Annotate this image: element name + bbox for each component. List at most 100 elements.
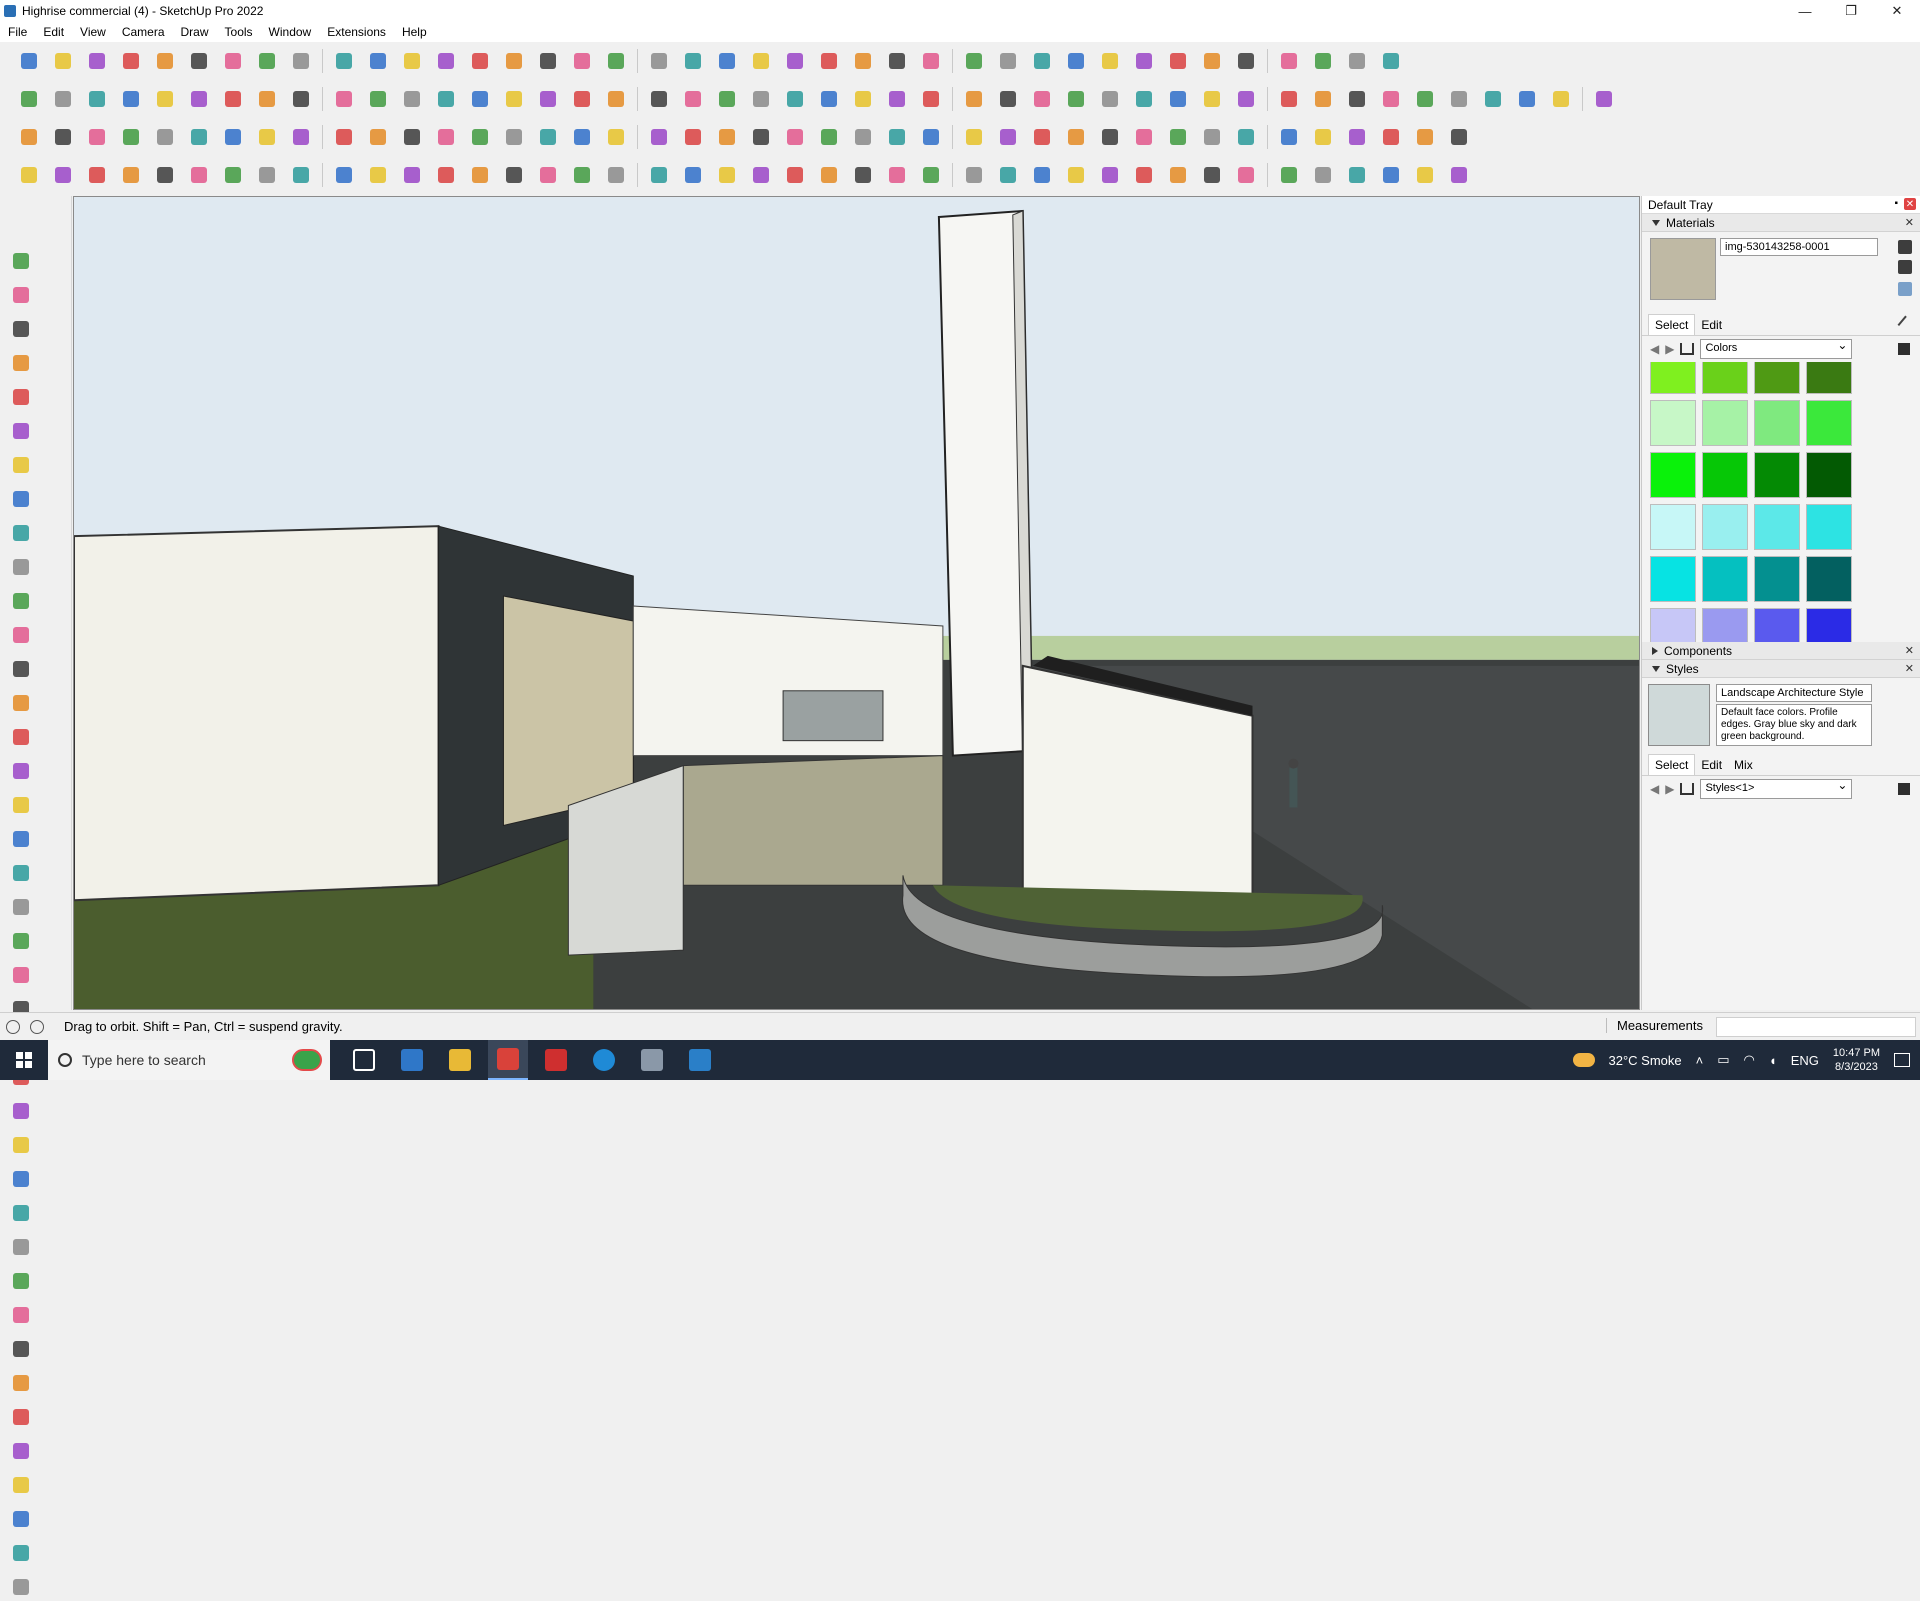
tool-icon[interactable]	[1063, 86, 1089, 112]
tool-icon[interactable]	[365, 48, 391, 74]
color-swatch[interactable]	[1650, 504, 1696, 550]
tool-icon[interactable]	[84, 86, 110, 112]
material-name-field[interactable]: img-530143258-0001	[1720, 238, 1878, 256]
clock[interactable]: 10:47 PM 8/3/2023	[1833, 1046, 1880, 1074]
tool-icon[interactable]	[535, 48, 561, 74]
tool-icon[interactable]	[433, 124, 459, 150]
color-swatch[interactable]	[1650, 400, 1696, 446]
tool-icon[interactable]	[331, 162, 357, 188]
style-thumbnail[interactable]	[1648, 684, 1710, 746]
close-button[interactable]: ✕	[1874, 0, 1920, 22]
tool-icon[interactable]	[680, 86, 706, 112]
tool-icon[interactable]	[1029, 124, 1055, 150]
tool-icon[interactable]	[918, 162, 944, 188]
pin-icon[interactable]: ▪	[1894, 198, 1898, 210]
tool-icon[interactable]	[7, 723, 35, 751]
tool-icon[interactable]	[1276, 86, 1302, 112]
tool-icon[interactable]	[7, 689, 35, 717]
tool-icon[interactable]	[1063, 48, 1089, 74]
tool-icon[interactable]	[7, 1539, 35, 1567]
color-swatch[interactable]	[1806, 400, 1852, 446]
tool-icon[interactable]	[331, 86, 357, 112]
menu-draw[interactable]: Draw	[173, 25, 217, 39]
tool-icon[interactable]	[84, 124, 110, 150]
notifications-icon[interactable]	[1894, 1053, 1910, 1067]
tool-icon[interactable]	[501, 86, 527, 112]
tool-icon[interactable]	[1412, 162, 1438, 188]
tool-icon[interactable]	[7, 1131, 35, 1159]
tool-icon[interactable]	[714, 48, 740, 74]
tool-icon[interactable]	[884, 162, 910, 188]
language-indicator[interactable]: ENG	[1791, 1053, 1819, 1068]
tool-icon[interactable]	[535, 162, 561, 188]
tool-icon[interactable]	[186, 48, 212, 74]
tool-icon[interactable]	[1310, 86, 1336, 112]
tool-icon[interactable]	[1165, 86, 1191, 112]
tool-icon[interactable]	[7, 961, 35, 989]
details-arrow-icon[interactable]	[1898, 343, 1910, 355]
tool-icon[interactable]	[7, 825, 35, 853]
tool-icon[interactable]	[467, 162, 493, 188]
tool-icon[interactable]	[220, 162, 246, 188]
tool-icon[interactable]	[186, 162, 212, 188]
home-icon[interactable]	[1680, 343, 1695, 355]
display-secondary-icon[interactable]	[1898, 240, 1912, 254]
tool-icon[interactable]	[7, 349, 35, 377]
tool-icon[interactable]	[1029, 48, 1055, 74]
tool-icon[interactable]	[220, 48, 246, 74]
color-swatch[interactable]	[1702, 362, 1748, 394]
color-swatch[interactable]	[1754, 452, 1800, 498]
menu-window[interactable]: Window	[261, 25, 320, 39]
tool-icon[interactable]	[1165, 48, 1191, 74]
tool-icon[interactable]	[7, 247, 35, 275]
tool-icon[interactable]	[714, 86, 740, 112]
tool-icon[interactable]	[816, 48, 842, 74]
tool-icon[interactable]	[1412, 124, 1438, 150]
tool-icon[interactable]	[569, 124, 595, 150]
tool-icon[interactable]	[1233, 162, 1259, 188]
styles-library-select[interactable]: Styles<1>	[1700, 778, 1853, 799]
3d-app[interactable]	[680, 1040, 720, 1080]
tool-icon[interactable]	[816, 124, 842, 150]
color-swatch[interactable]	[1650, 362, 1696, 394]
tool-icon[interactable]	[748, 162, 774, 188]
forward-arrow-icon[interactable]: ▶	[1665, 342, 1674, 356]
tool-icon[interactable]	[816, 162, 842, 188]
tool-icon[interactable]	[603, 162, 629, 188]
tool-icon[interactable]	[995, 48, 1021, 74]
tool-icon[interactable]	[569, 86, 595, 112]
minimize-button[interactable]: —	[1782, 0, 1828, 22]
tool-icon[interactable]	[782, 124, 808, 150]
menu-view[interactable]: View	[72, 25, 114, 39]
tool-icon[interactable]	[1063, 162, 1089, 188]
tool-icon[interactable]	[995, 124, 1021, 150]
tool-icon[interactable]	[1097, 162, 1123, 188]
menu-camera[interactable]: Camera	[114, 25, 173, 39]
volume-icon[interactable]: ◖	[1769, 1053, 1777, 1068]
tool-icon[interactable]	[603, 124, 629, 150]
tool-icon[interactable]	[288, 162, 314, 188]
color-swatch[interactable]	[1754, 400, 1800, 446]
tool-icon[interactable]	[152, 162, 178, 188]
tool-icon[interactable]	[7, 927, 35, 955]
tool-icon[interactable]	[152, 48, 178, 74]
calculator-app[interactable]	[392, 1040, 432, 1080]
home-icon[interactable]	[1680, 783, 1695, 795]
tool-icon[interactable]	[152, 124, 178, 150]
tool-icon[interactable]	[288, 48, 314, 74]
color-swatch[interactable]	[1650, 556, 1696, 602]
tool-icon[interactable]	[1131, 162, 1157, 188]
tool-icon[interactable]	[16, 86, 42, 112]
tool-icon[interactable]	[331, 48, 357, 74]
tool-icon[interactable]	[7, 1301, 35, 1329]
tool-icon[interactable]	[399, 86, 425, 112]
tool-icon[interactable]	[1029, 86, 1055, 112]
tool-icon[interactable]	[1344, 48, 1370, 74]
tool-icon[interactable]	[399, 162, 425, 188]
maximize-button[interactable]: ❐	[1828, 0, 1874, 22]
tool-icon[interactable]	[501, 162, 527, 188]
tool-icon[interactable]	[7, 1573, 35, 1601]
tool-icon[interactable]	[850, 86, 876, 112]
tool-icon[interactable]	[186, 86, 212, 112]
tool-icon[interactable]	[501, 48, 527, 74]
